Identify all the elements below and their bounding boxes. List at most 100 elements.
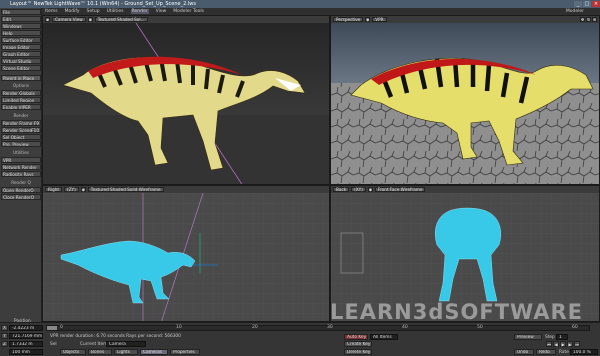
- sidebar-vpr[interactable]: VPR: [1, 157, 41, 163]
- view-type-dropdown[interactable]: Back: [333, 187, 350, 192]
- auto-key-button[interactable]: Auto Key: [344, 334, 368, 340]
- tick-0: 0: [60, 325, 63, 330]
- tick-20: 20: [252, 325, 258, 330]
- step-field[interactable]: 1: [556, 334, 568, 340]
- sidebar-edit[interactable]: Edit: [1, 16, 41, 22]
- maximize-button[interactable]: □: [583, 1, 591, 7]
- x-axis-toggle[interactable]: X: [1, 325, 8, 331]
- minimize-button[interactable]: _: [574, 1, 582, 7]
- view-type-dropdown[interactable]: Perspective: [333, 17, 364, 22]
- next-frame-icon[interactable]: ▶: [567, 341, 573, 347]
- sidebar-utilities-heading: Utilities: [13, 150, 29, 155]
- y-position-field[interactable]: 721.7169 mm: [9, 333, 43, 339]
- sidebar-graph-editor[interactable]: Graph Editor: [1, 51, 41, 57]
- sidebar-close-renderq[interactable]: Close RenderQ: [1, 194, 41, 200]
- x-position-field[interactable]: -2.4223 m: [9, 325, 43, 331]
- render-mode-dropdown[interactable]: Textured Shaded Sol...: [94, 17, 148, 22]
- z-position-field[interactable]: 1.7332 m: [9, 341, 43, 347]
- menu-render[interactable]: Render: [130, 9, 149, 14]
- menu-items[interactable]: Items: [45, 9, 58, 14]
- menu-setup[interactable]: Setup: [87, 9, 100, 14]
- preview-dropdown[interactable]: Preview: [514, 334, 542, 340]
- sel-label: Sel: [50, 342, 57, 347]
- render-mode-dropdown[interactable]: Textured Shaded Solid Wireframe: [87, 187, 164, 192]
- viewport-zoom-icon[interactable]: ⊕: [592, 17, 597, 22]
- render-mode-icon[interactable]: ◆: [367, 187, 373, 192]
- z-axis-toggle[interactable]: Z: [1, 341, 8, 347]
- render-mode-dropdown[interactable]: Front Face Wireframe: [374, 187, 426, 192]
- sidebar-preview[interactable]: Pre. Preview: [1, 141, 41, 147]
- viewport-perspective[interactable]: Perspective ◆ VPR ✥ ↻ ⊕: [330, 15, 600, 185]
- sidebar-network-render[interactable]: Network Render: [1, 164, 41, 170]
- close-button[interactable]: ×: [592, 1, 600, 7]
- title-bar: Layout™ NewTek LightWave™ 10.1 (Win64) -…: [0, 0, 600, 8]
- viewport-rotate-icon[interactable]: ↻: [586, 17, 591, 22]
- sidebar-parent-in-place[interactable]: Parent in Place: [1, 75, 41, 81]
- last-frame-icon[interactable]: ⏭: [574, 341, 580, 347]
- tab-lights[interactable]: Lights: [114, 349, 138, 355]
- frame-slider[interactable]: [46, 325, 590, 331]
- prev-frame-icon[interactable]: ◀: [553, 341, 559, 347]
- sidebar-virtual-studio[interactable]: Virtual Studio: [1, 58, 41, 64]
- step-label: Step: [545, 335, 555, 340]
- tab-properties[interactable]: Properties: [170, 349, 200, 355]
- redo-button[interactable]: Redo: [536, 349, 556, 355]
- view-type-dropdown[interactable]: Right: [45, 187, 63, 192]
- render-mode-icon[interactable]: ◆: [87, 17, 93, 22]
- sidebar-file[interactable]: File: [1, 9, 41, 15]
- position-label: Position: [14, 319, 31, 324]
- play-icon[interactable]: ▶: [560, 341, 566, 347]
- create-key-button[interactable]: Create Key: [344, 341, 372, 347]
- tab-cameras[interactable]: Cameras: [140, 349, 168, 355]
- viewport-camera[interactable]: ▪ Camera View ◆ Textured Shaded Sol...: [42, 15, 330, 185]
- sidebar-render-scene[interactable]: Render Scene F10: [1, 127, 41, 133]
- menu-view[interactable]: View: [156, 9, 167, 14]
- tab-bones[interactable]: Bones: [88, 349, 112, 355]
- viewport-right-header: Right (ZY) ◆ Textured Shaded Solid Wiref…: [43, 186, 329, 193]
- sidebar-render-globals[interactable]: Render Globals: [1, 90, 41, 96]
- frame-slider-thumb[interactable]: [47, 326, 57, 330]
- axis-dropdown[interactable]: (ZY): [64, 187, 79, 192]
- sidebar-windows[interactable]: Windows: [1, 23, 41, 29]
- sidebar: File Edit Windows Help Surface Editor Im…: [0, 8, 42, 322]
- tick-40: 40: [402, 325, 408, 330]
- current-item-label: Current Item: [80, 342, 108, 347]
- render-mode-icon[interactable]: ◆: [365, 17, 371, 22]
- render-scene-label: Render Scene: [3, 128, 33, 133]
- sidebar-open-renderq[interactable]: Open RenderQ: [1, 187, 41, 193]
- modeler-button[interactable]: Modeler: [566, 9, 584, 14]
- sidebar-sel-object[interactable]: Sel Object: [1, 134, 41, 140]
- rate-field[interactable]: 100.0 %: [570, 349, 598, 355]
- axis-dropdown[interactable]: (XY): [351, 187, 366, 192]
- tick-10: 10: [176, 325, 182, 330]
- render-mode-dropdown[interactable]: VPR: [372, 17, 387, 22]
- first-frame-icon[interactable]: ⏮: [546, 341, 552, 347]
- current-item-dropdown[interactable]: Camera: [106, 341, 146, 347]
- y-axis-toggle[interactable]: Y: [1, 333, 8, 339]
- tab-objects[interactable]: Objects: [60, 349, 86, 355]
- viewport-move-icon[interactable]: ✥: [580, 17, 585, 22]
- viewport-maximize-icon[interactable]: ▪: [45, 17, 50, 22]
- render-mode-icon[interactable]: ◆: [80, 187, 86, 192]
- grid-size-field[interactable]: 100 mm: [9, 349, 43, 355]
- sidebar-render-frame[interactable]: Render Frame F9: [1, 120, 41, 126]
- viewport-right[interactable]: Right (ZY) ◆ Textured Shaded Solid Wiref…: [42, 185, 330, 322]
- sidebar-surface-editor[interactable]: Surface Editor: [1, 37, 41, 43]
- delete-key-button[interactable]: Delete Key: [344, 349, 372, 355]
- sidebar-help[interactable]: Help: [1, 30, 41, 36]
- sidebar-radiosity-rays[interactable]: Radiosity Rays: [1, 171, 41, 177]
- sidebar-scene-editor[interactable]: Scene Editor: [1, 65, 41, 71]
- right-view-grid: [43, 192, 329, 321]
- menu-modify[interactable]: Modify: [65, 9, 80, 14]
- menu-utilities[interactable]: Utilities: [107, 9, 124, 14]
- render-frame-shortcut: F9: [33, 121, 39, 126]
- sidebar-renderq-heading: Render Q: [11, 180, 31, 185]
- sidebar-enable-viper[interactable]: Enable VIPER: [1, 104, 41, 110]
- all-items-dropdown[interactable]: All Items: [370, 334, 398, 340]
- sidebar-limited-region[interactable]: Limited Region: [1, 97, 41, 103]
- menu-modeler-tools[interactable]: Modeler Tools: [173, 9, 204, 14]
- undo-button[interactable]: Undo: [514, 349, 534, 355]
- sidebar-image-editor[interactable]: Image Editor: [1, 44, 41, 50]
- rate-label: Rate: [559, 350, 569, 355]
- view-type-dropdown[interactable]: Camera View: [52, 17, 86, 22]
